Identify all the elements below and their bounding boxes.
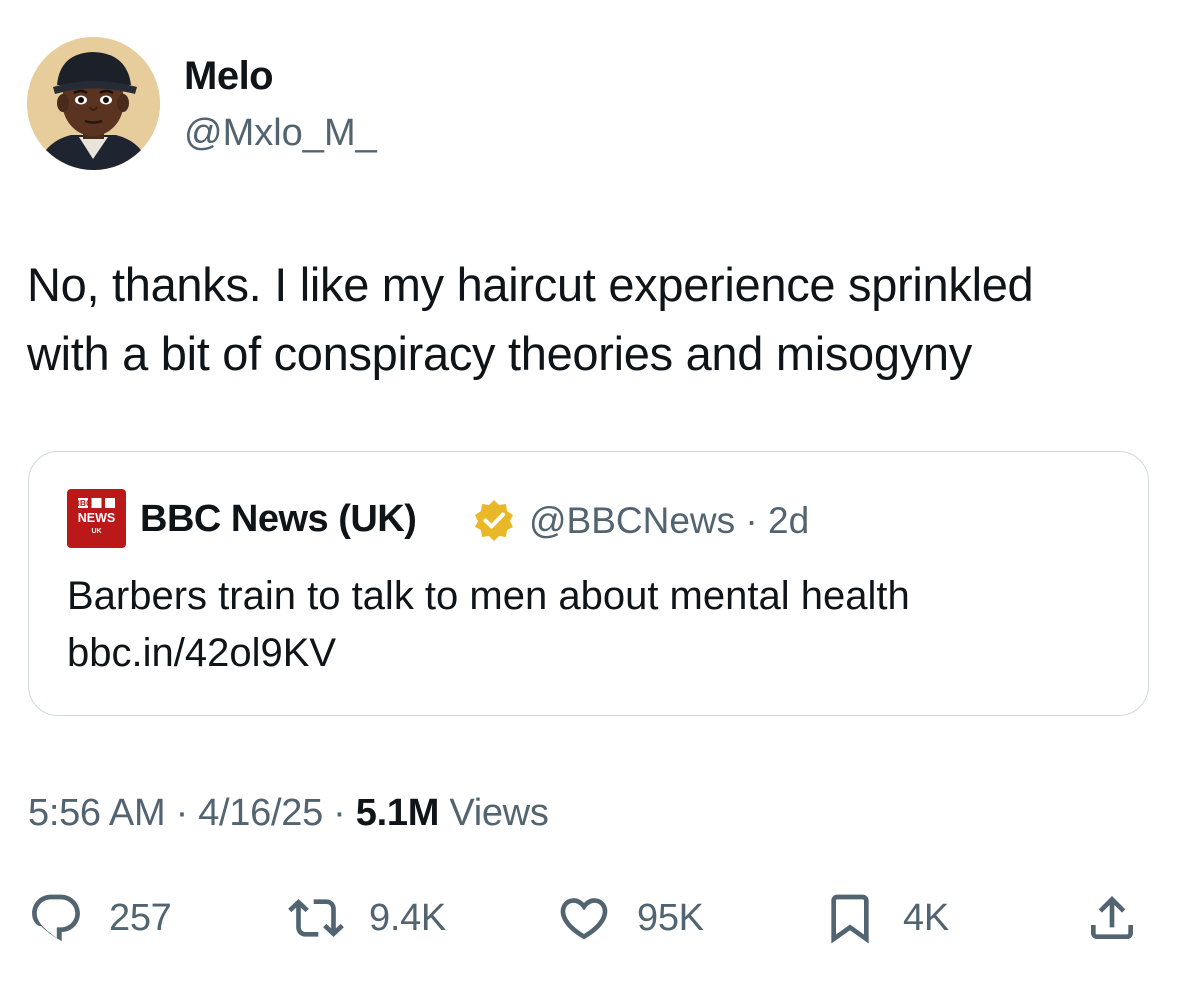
share-button[interactable] bbox=[1084, 890, 1140, 946]
tweet-metadata: 5:56 AM · 4/16/25 · 5.1M Views bbox=[28, 792, 549, 835]
tweet-text-line: No, thanks. I like my haircut experience… bbox=[27, 258, 1034, 311]
tweet-date[interactable]: 4/16/25 bbox=[198, 792, 323, 834]
quoted-tweet-card[interactable]: BBC NEWS UK BBC News (UK) @BBCNews · 2d … bbox=[28, 451, 1149, 716]
reply-count: 257 bbox=[109, 896, 172, 939]
avatar[interactable] bbox=[27, 37, 160, 170]
tweet-text-line: with a bit of conspiracy theories and mi… bbox=[27, 327, 972, 380]
reply-button[interactable]: 257 bbox=[28, 890, 172, 946]
verified-badge-icon bbox=[472, 498, 516, 542]
separator: · bbox=[175, 792, 189, 834]
bookmark-icon bbox=[831, 894, 869, 944]
user-handle[interactable]: @Mxlo_M_ bbox=[184, 112, 377, 155]
display-name[interactable]: Melo bbox=[184, 54, 274, 99]
logo-news-text: NEWS bbox=[78, 511, 116, 525]
heart-icon bbox=[560, 898, 608, 940]
quoted-handle-time[interactable]: @BBCNews · 2d bbox=[529, 500, 809, 542]
repost-icon bbox=[288, 899, 344, 937]
bookmark-count: 4K bbox=[903, 896, 949, 939]
tweet-text: No, thanks. I like my haircut experience… bbox=[27, 250, 1157, 388]
cartoon-avatar-icon bbox=[27, 37, 160, 170]
bbc-news-logo-icon: BBC NEWS UK bbox=[74, 498, 116, 535]
quoted-text-line: Barbers train to talk to men about menta… bbox=[67, 574, 910, 618]
like-count: 95K bbox=[637, 896, 704, 939]
share-icon bbox=[1091, 896, 1133, 939]
quoted-link[interactable]: bbc.in/42ol9KV bbox=[67, 625, 910, 682]
bookmark-button[interactable]: 4K bbox=[822, 890, 949, 946]
repost-count: 9.4K bbox=[369, 896, 446, 939]
logo-region-text: UK bbox=[91, 528, 101, 535]
like-button[interactable]: 95K bbox=[556, 890, 704, 946]
repost-button[interactable]: 9.4K bbox=[288, 890, 446, 946]
tweet-time[interactable]: 5:56 AM bbox=[28, 792, 166, 834]
views-count: 5.1M bbox=[355, 792, 440, 834]
separator: · bbox=[333, 792, 346, 834]
bbc-letter: BBC bbox=[74, 498, 92, 508]
quoted-display-name[interactable]: BBC News (UK) bbox=[140, 498, 417, 541]
quoted-tweet-text: Barbers train to talk to men about menta… bbox=[67, 568, 910, 682]
reply-icon bbox=[32, 894, 80, 942]
views-label: Views bbox=[449, 792, 549, 834]
bbc-news-logo: BBC NEWS UK bbox=[67, 489, 126, 548]
